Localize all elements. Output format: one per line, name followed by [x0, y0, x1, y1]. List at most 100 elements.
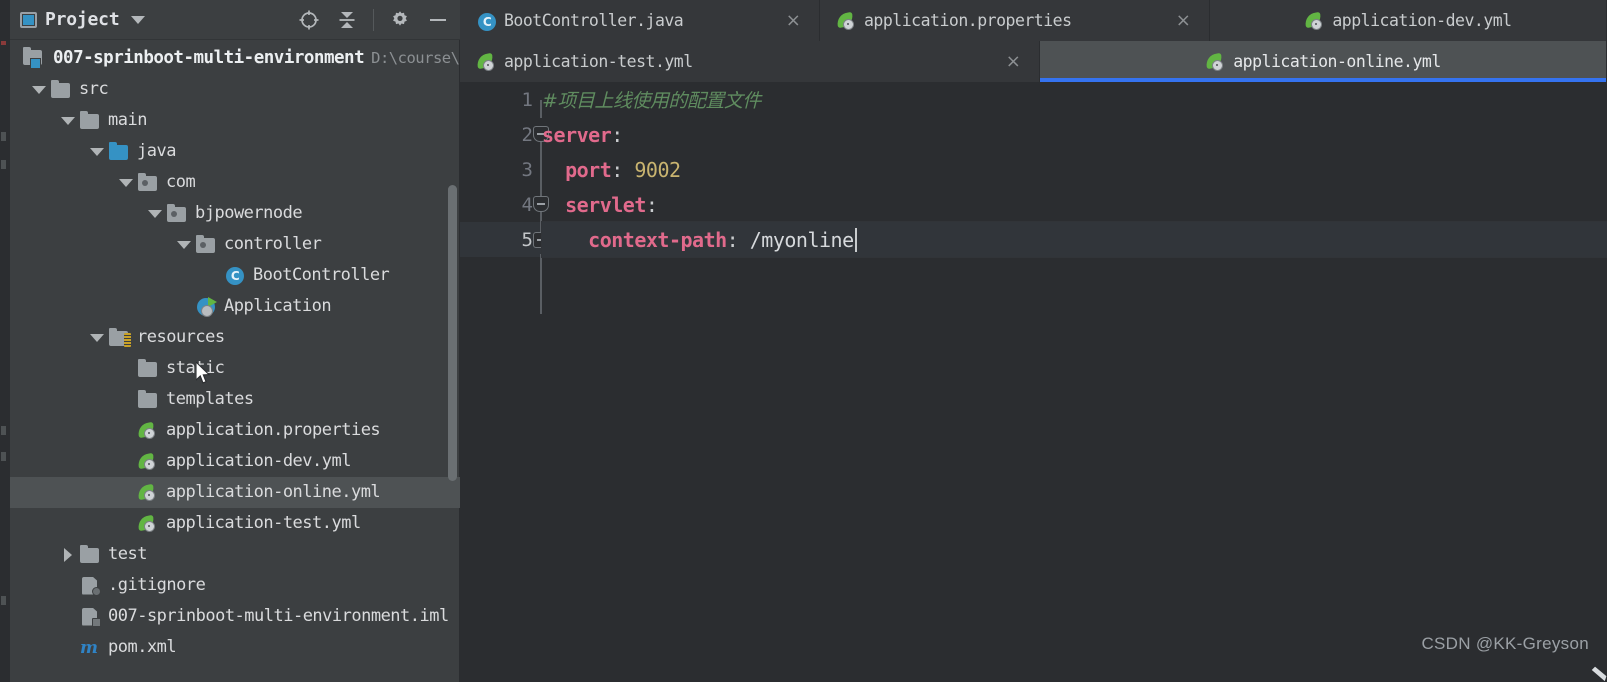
project-tool-window: Project 007-sprinboot-multi-environment … — [10, 0, 460, 682]
gitignore-file-icon — [79, 576, 101, 596]
package-icon — [137, 172, 159, 193]
cursor-artifact-icon — [1561, 636, 1607, 682]
tool-window-stripe[interactable] — [0, 0, 10, 682]
stripe-marker-bookmarks[interactable] — [1, 160, 6, 169]
editor-tab-label: application.properties — [864, 11, 1072, 30]
package-icon — [195, 234, 217, 255]
code-token-colon: : — [611, 157, 635, 182]
minimize-icon[interactable] — [426, 8, 450, 32]
spring-config-icon — [836, 11, 856, 30]
tree-item-test[interactable]: test — [10, 539, 460, 570]
editor-tab-application-test-yml[interactable]: application-test.yml × — [460, 41, 1040, 82]
folder-icon — [137, 358, 159, 379]
folder-icon — [79, 544, 101, 565]
tree-item-label: 007-sprinboot-multi-environment.iml — [108, 606, 449, 626]
stripe-marker-structure[interactable] — [1, 132, 6, 141]
tree-item-bootcontroller[interactable]: C BootController — [10, 260, 460, 291]
project-root-row[interactable]: 007-sprinboot-multi-environment D:\cours… — [10, 43, 460, 73]
tree-item-resources[interactable]: resources — [10, 322, 460, 353]
tree-item-application-properties[interactable]: application.properties — [10, 415, 460, 446]
tree-item-main[interactable]: main — [10, 105, 460, 136]
collapse-all-icon[interactable] — [335, 8, 359, 32]
tree-twisty-placeholder — [115, 353, 137, 384]
tree-twisty-placeholder — [57, 601, 79, 632]
tree-item-application-online-yml[interactable]: application-online.yml — [10, 477, 460, 508]
editor-tab-application-online-yml[interactable]: application-online.yml — [1040, 41, 1607, 82]
project-panel-header: Project — [10, 0, 460, 40]
code-line[interactable]: server: — [542, 117, 1607, 152]
tree-item-static[interactable]: static — [10, 353, 460, 384]
spring-boot-app-icon — [195, 296, 217, 317]
folder-icon — [79, 110, 101, 131]
iml-file-icon — [79, 607, 101, 627]
tree-item--gitignore[interactable]: .gitignore — [10, 570, 460, 601]
chevron-down-icon[interactable] — [144, 198, 166, 229]
editor-tab-bootcontroller-java[interactable]: C BootController.java × — [460, 0, 820, 41]
tree-item-application[interactable]: Application — [10, 291, 460, 322]
editor-tab-label: application-online.yml — [1233, 52, 1441, 71]
tree-item-templates[interactable]: templates — [10, 384, 460, 415]
code-line[interactable]: port: 9002 — [542, 152, 1607, 187]
tree-item-com[interactable]: com — [10, 167, 460, 198]
tree-item-label: java — [137, 141, 176, 161]
chevron-down-icon[interactable] — [173, 229, 195, 260]
tree-item-label: pom.xml — [108, 637, 177, 657]
text-caret — [854, 227, 857, 252]
tree-twisty-placeholder — [115, 508, 137, 539]
tree-item-label: static — [166, 358, 225, 378]
chevron-down-icon[interactable] — [57, 105, 79, 136]
ide-window: Project 007-sprinboot-multi-environment … — [0, 0, 1607, 682]
spring-config-icon — [1205, 52, 1225, 71]
tree-twisty-placeholder — [57, 570, 79, 601]
spring-config-icon — [137, 421, 159, 441]
chevron-down-icon[interactable] — [115, 167, 137, 198]
stripe-marker-problems[interactable] — [1, 596, 6, 605]
stripe-marker-terminal[interactable] — [1, 426, 6, 435]
close-icon[interactable]: × — [783, 10, 803, 31]
editor-tab-label: application-dev.yml — [1332, 11, 1512, 30]
gear-icon[interactable] — [388, 8, 412, 32]
editor-tab-row-2: application-test.yml × application-online.… — [460, 41, 1607, 82]
tree-twisty-placeholder — [57, 632, 79, 663]
editor-code-area[interactable]: 12345 #项目上线使用的配置文件 server: port: 9002 ser… — [460, 82, 1607, 682]
tree-item-007-sprinboot-multi-environment-iml[interactable]: 007-sprinboot-multi-environment.iml — [10, 601, 460, 632]
close-icon[interactable]: × — [1003, 51, 1023, 72]
tree-item-label: application.properties — [166, 420, 381, 440]
editor-code-lines[interactable]: #项目上线使用的配置文件 server: port: 9002 servlet: … — [542, 82, 1607, 682]
code-line[interactable]: servlet: — [542, 187, 1607, 222]
editor-tab-application-properties[interactable]: application.properties × — [820, 0, 1210, 41]
tree-item-label: BootController — [253, 265, 390, 285]
tree-item-label: application-test.yml — [166, 513, 361, 533]
tree-item-application-dev-yml[interactable]: application-dev.yml — [10, 446, 460, 477]
chevron-down-icon[interactable] — [86, 322, 108, 353]
editor-tab-application-dev-yml[interactable]: application-dev.yml — [1210, 0, 1607, 41]
tree-item-bjpowernode[interactable]: bjpowernode — [10, 198, 460, 229]
stripe-marker-services[interactable] — [1, 452, 6, 461]
close-icon[interactable]: × — [1173, 10, 1193, 31]
chevron-down-icon[interactable] — [28, 74, 50, 105]
project-panel-title-group[interactable]: Project — [10, 9, 146, 30]
code-line[interactable]: context-path: /myonline — [542, 222, 1607, 257]
project-panel-scrollbar[interactable] — [448, 185, 457, 481]
folder-icon — [50, 79, 72, 100]
scroll-to-source-icon[interactable] — [297, 8, 321, 32]
tree-twisty-placeholder — [115, 415, 137, 446]
tree-item-java[interactable]: java — [10, 136, 460, 167]
chevron-down-icon[interactable] — [86, 136, 108, 167]
project-panel-toolbar — [297, 0, 450, 40]
toolbar-separator — [373, 9, 374, 31]
resources-folder-icon — [108, 327, 131, 348]
project-root-name: 007-sprinboot-multi-environment — [53, 48, 365, 68]
tree-item-src[interactable]: src — [10, 74, 460, 105]
tree-item-controller[interactable]: controller — [10, 229, 460, 260]
chevron-down-icon[interactable] — [131, 15, 146, 24]
chevron-right-icon[interactable] — [57, 539, 79, 570]
tree-item-pom-xml[interactable]: m pom.xml — [10, 632, 460, 663]
tree-item-application-test-yml[interactable]: application-test.yml — [10, 508, 460, 539]
code-token-colon: : — [726, 227, 750, 252]
editor-tab-label: application-test.yml — [504, 52, 693, 71]
tree-item-label: bjpowernode — [195, 203, 303, 223]
code-line[interactable]: #项目上线使用的配置文件 — [542, 82, 1607, 117]
